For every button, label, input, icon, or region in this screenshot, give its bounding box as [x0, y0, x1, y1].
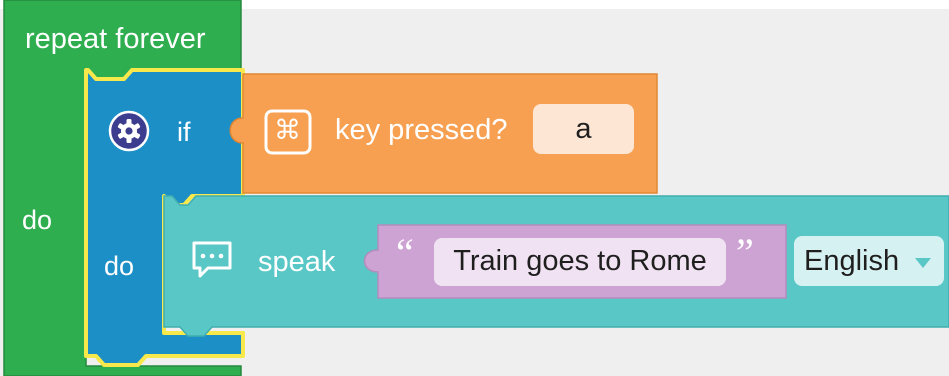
open-quote: “ [396, 230, 414, 275]
text-field-value[interactable]: Train goes to Rome [434, 247, 726, 276]
close-quote: ” [736, 230, 754, 275]
language-dropdown-value[interactable]: English [804, 247, 899, 276]
key-field-value[interactable]: a [533, 115, 634, 144]
if-do-label: do [104, 251, 135, 281]
key-pressed-label: key pressed? [335, 114, 508, 146]
if-label: if [177, 117, 191, 147]
block-workspace [0, 0, 949, 376]
gear-icon[interactable] [108, 110, 150, 152]
repeat-forever-label: repeat forever [25, 23, 206, 55]
speak-label: speak [258, 246, 336, 278]
command-key-symbol: ⌘ [274, 115, 301, 145]
repeat-do-label: do [22, 205, 53, 235]
